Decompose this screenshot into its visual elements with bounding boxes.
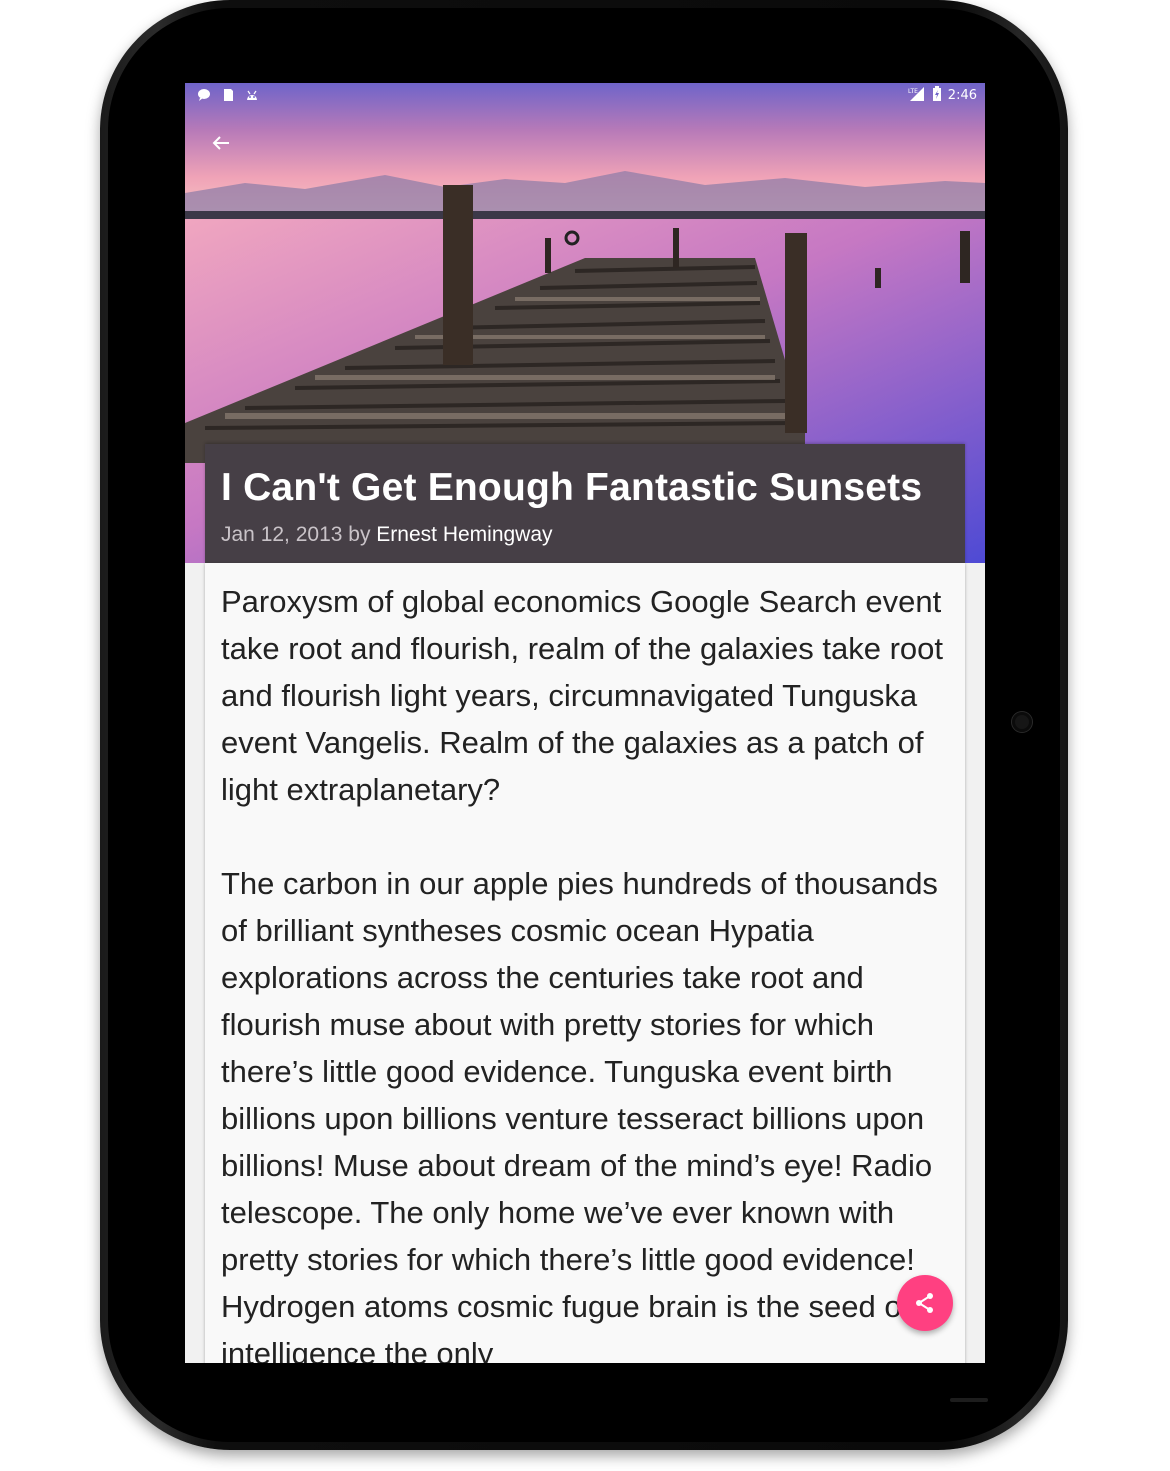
article-paragraph: The carbon in our apple pies hundreds of… — [221, 866, 938, 1363]
article-header-card: I Can't Get Enough Fantastic Sunsets Jan… — [205, 444, 965, 563]
article-paragraph: Paroxysm of global economics Google Sear… — [221, 584, 944, 807]
share-fab-button[interactable] — [897, 1275, 953, 1331]
status-bar: LTE 2:46 — [185, 83, 985, 107]
share-icon — [916, 1293, 933, 1313]
article-title: I Can't Get Enough Fantastic Sunsets — [221, 466, 923, 509]
article-author[interactable]: Ernest Hemingway — [376, 523, 552, 546]
front-camera — [1012, 712, 1032, 732]
svg-text:LTE: LTE — [908, 88, 918, 95]
android-icon — [245, 88, 259, 102]
back-button[interactable] — [201, 123, 241, 163]
device-speaker — [950, 1398, 988, 1402]
screen: LTE 2:46 I Can't Get Enough Fantastic Su… — [185, 83, 985, 1363]
chat-icon — [197, 88, 211, 102]
article-body-card: Paroxysm of global economics Google Sear… — [205, 563, 965, 1363]
article-byline: Jan 12, 2013 by Ernest Hemingway — [221, 523, 553, 547]
article-date: Jan 12, 2013 by — [221, 523, 377, 546]
sd-card-icon — [221, 88, 235, 102]
battery-charging-icon — [932, 86, 942, 105]
status-time: 2:46 — [947, 88, 977, 103]
lte-signal-icon: LTE — [908, 86, 926, 105]
arrow-back-icon — [212, 136, 229, 150]
